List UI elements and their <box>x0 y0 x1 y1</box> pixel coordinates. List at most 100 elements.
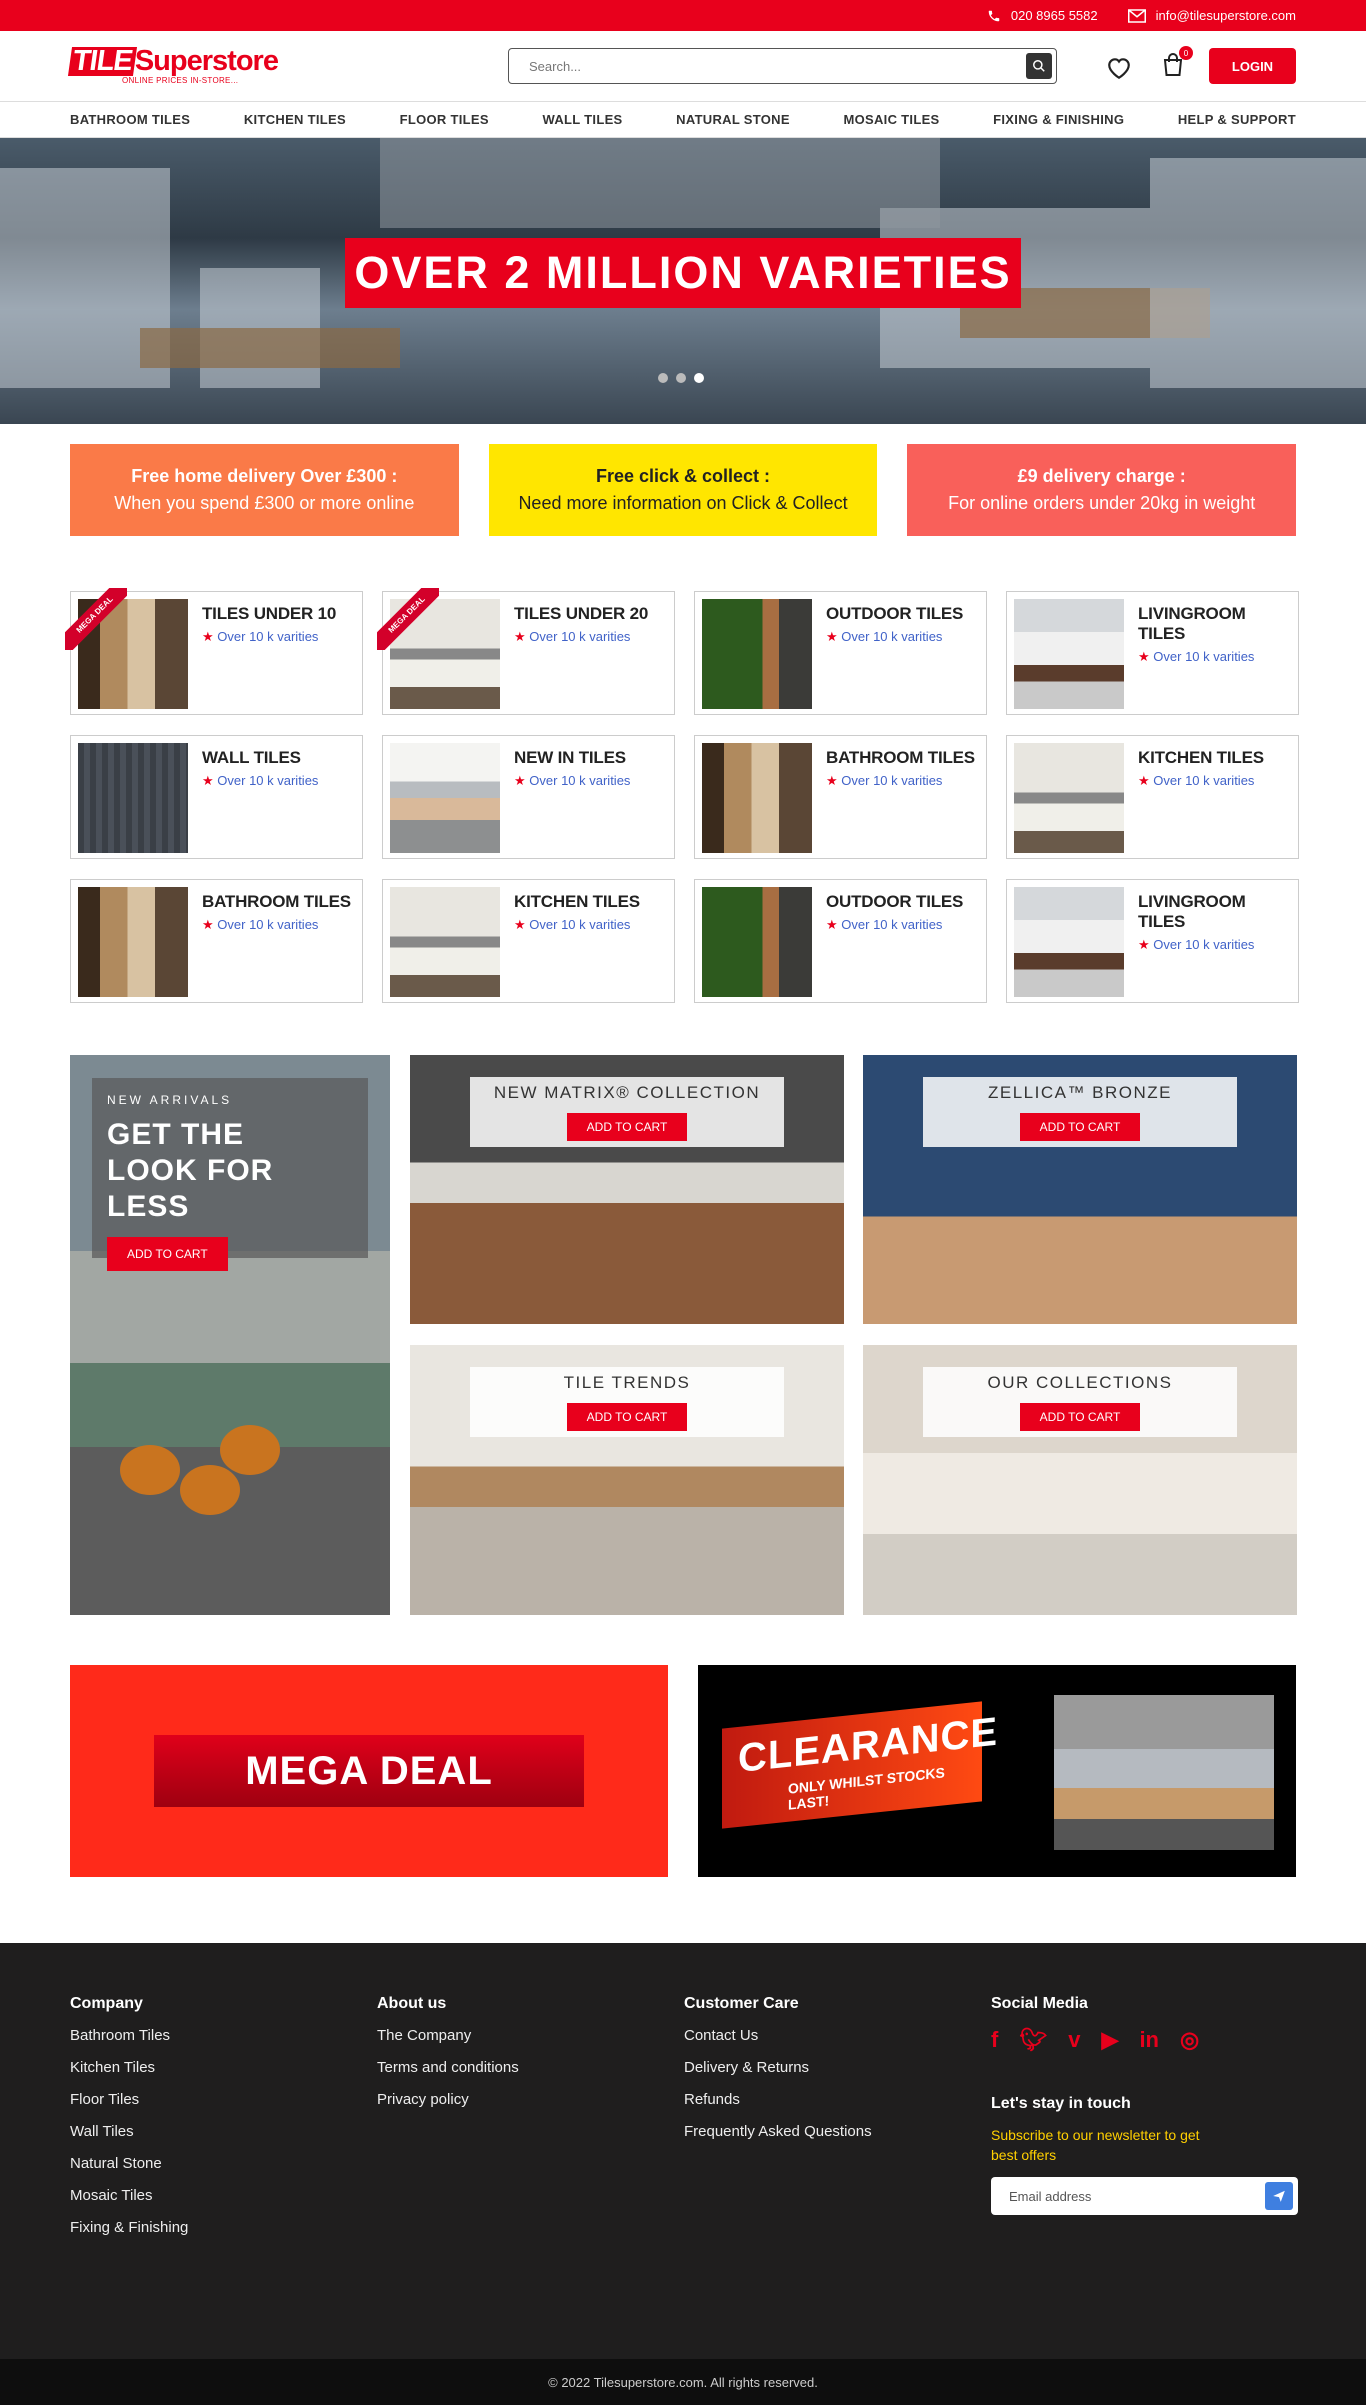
footer-link[interactable]: Privacy policy <box>377 2091 684 2108</box>
facebook-icon[interactable]: f <box>991 2027 998 2053</box>
nav-kitchen-tiles[interactable]: KITCHEN TILES <box>244 112 346 127</box>
nav-wall-tiles[interactable]: WALL TILES <box>542 112 622 127</box>
slider-dot[interactable] <box>676 373 686 383</box>
nav-help-support[interactable]: HELP & SUPPORT <box>1178 112 1296 127</box>
footer-link[interactable]: The Company <box>377 2027 684 2044</box>
newsletter-email-input[interactable] <box>1009 2188 1265 2204</box>
footer-link[interactable]: Kitchen Tiles <box>70 2059 377 2076</box>
cart-button[interactable]: 0 <box>1162 46 1193 82</box>
category-card[interactable]: LIVINGROOM TILES ★ Over 10 k varities <box>1006 879 1299 1003</box>
category-subtitle: Over 10 k varities <box>1153 649 1255 664</box>
category-card[interactable]: NEW IN TILES ★ Over 10 k varities <box>382 735 675 859</box>
featured-matrix-collection[interactable]: NEW MATRIX® COLLECTION ADD TO CART <box>410 1055 844 1324</box>
nav-fixing-finishing[interactable]: FIXING & FINISHING <box>993 112 1124 127</box>
category-card[interactable]: BATHROOM TILES ★ Over 10 k varities <box>694 735 987 859</box>
category-subtitle: Over 10 k varities <box>841 917 943 932</box>
slider-dot-active[interactable] <box>694 373 704 383</box>
promo-click-collect[interactable]: Free click & collect : Need more informa… <box>488 444 878 536</box>
add-to-cart-button[interactable]: ADD TO CART <box>566 1113 688 1141</box>
footer-link[interactable]: Fixing & Finishing <box>70 2219 377 2236</box>
footer-link[interactable]: Refunds <box>684 2091 991 2108</box>
category-card[interactable]: KITCHEN TILES ★ Over 10 k varities <box>382 879 675 1003</box>
site-footer: Company Bathroom Tiles Kitchen Tiles Flo… <box>0 1943 1366 2359</box>
featured-tile-trends[interactable]: TILE TRENDS ADD TO CART <box>410 1345 844 1615</box>
category-image <box>1014 743 1124 853</box>
image-stool-shape <box>220 1425 280 1475</box>
category-title: WALL TILES <box>202 748 301 767</box>
category-card[interactable]: MEGA DEAL TILES UNDER 10 ★ Over 10 k varit… <box>65 588 363 715</box>
featured-new-arrivals[interactable]: NEW ARRIVALS GET THE LOOK FOR LESS ADD T… <box>70 1055 390 1615</box>
category-card[interactable]: LIVINGROOM TILES ★ Over 10 k varities <box>1006 591 1299 715</box>
footer-link[interactable]: Frequently Asked Questions <box>684 2123 991 2140</box>
category-subtitle: Over 10 k varities <box>529 629 631 644</box>
site-header: TILESuperstore ONLINE PRICES IN-STORE...… <box>0 31 1366 101</box>
add-to-cart-button[interactable]: ADD TO CART <box>1019 1403 1141 1431</box>
login-button[interactable]: LOGIN <box>1209 48 1296 84</box>
category-card[interactable]: OUTDOOR TILES ★ Over 10 k varities <box>694 879 987 1003</box>
instagram-icon[interactable]: ◎ <box>1180 2027 1199 2053</box>
slider-dot[interactable] <box>658 373 668 383</box>
category-subtitle: Over 10 k varities <box>529 773 631 788</box>
promo-delivery-charge[interactable]: £9 delivery charge : For online orders u… <box>907 444 1297 536</box>
nav-bathroom-tiles[interactable]: BATHROOM TILES <box>70 112 190 127</box>
add-to-cart-button[interactable]: ADD TO CART <box>1019 1113 1141 1141</box>
site-logo[interactable]: TILESuperstore ONLINE PRICES IN-STORE... <box>67 45 279 85</box>
nav-floor-tiles[interactable]: FLOOR TILES <box>400 112 489 127</box>
logo-superstore-text: Superstore <box>134 45 279 77</box>
copyright-text: © 2022 Tilesuperstore.com. All rights re… <box>548 2374 818 2390</box>
featured-zellica-bronze[interactable]: ZELLICA™ BRONZE ADD TO CART <box>863 1055 1297 1324</box>
logo-tile-text: TILE <box>67 45 137 77</box>
category-card[interactable]: KITCHEN TILES ★ Over 10 k varities <box>1006 735 1299 859</box>
star-icon: ★ <box>202 773 214 788</box>
footer-link[interactable]: Mosaic Tiles <box>70 2187 377 2204</box>
search-button[interactable] <box>1026 53 1052 79</box>
footer-link[interactable]: Contact Us <box>684 2027 991 2044</box>
footer-link[interactable]: Wall Tiles <box>70 2123 377 2140</box>
vimeo-icon[interactable]: v <box>1068 2027 1080 2053</box>
ribbon-label: MEGA DEAL <box>65 588 127 650</box>
category-title: NEW IN TILES <box>514 748 626 767</box>
linkedin-icon[interactable]: in <box>1139 2027 1159 2053</box>
clearance-banner[interactable]: CLEARANCE ONLY WHILST STOCKS LAST! <box>698 1665 1296 1877</box>
category-title: LIVINGROOM TILES <box>1138 604 1246 643</box>
category-card[interactable]: BATHROOM TILES ★ Over 10 k varities <box>70 879 363 1003</box>
footer-heading: About us <box>377 1995 447 2012</box>
featured-our-collections[interactable]: OUR COLLECTIONS ADD TO CART <box>863 1345 1297 1615</box>
phone-contact[interactable]: 020 8965 5582 <box>987 8 1098 23</box>
add-to-cart-button[interactable]: ADD TO CART <box>107 1237 228 1271</box>
footer-company: Company Bathroom Tiles Kitchen Tiles Flo… <box>70 1995 377 2359</box>
category-subtitle: Over 10 k varities <box>1153 773 1255 788</box>
category-grid: MEGA DEAL TILES UNDER 10 ★ Over 10 k varit… <box>0 551 1366 1003</box>
search-input[interactable] <box>529 58 1026 74</box>
footer-link[interactable]: Terms and conditions <box>377 2059 684 2076</box>
category-card[interactable]: MEGA DEAL TILES UNDER 20 ★ Over 10 k varit… <box>377 588 675 715</box>
main-nav: BATHROOM TILES KITCHEN TILES FLOOR TILES… <box>0 101 1366 138</box>
category-title: OUTDOOR TILES <box>826 892 964 911</box>
add-to-cart-button[interactable]: ADD TO CART <box>566 1403 688 1431</box>
category-card[interactable]: WALL TILES ★ Over 10 k varities <box>70 735 363 859</box>
promo-free-delivery[interactable]: Free home delivery Over £300 : When you … <box>70 444 459 536</box>
email-contact[interactable]: info@tilesuperstore.com <box>1127 8 1296 23</box>
category-card[interactable]: OUTDOOR TILES ★ Over 10 k varities <box>694 591 987 715</box>
mega-deal-ribbon: MEGA DEAL <box>377 588 439 650</box>
wishlist-heart-icon[interactable] <box>1106 56 1132 80</box>
footer-link[interactable]: Delivery & Returns <box>684 2059 991 2076</box>
category-subtitle: Over 10 k varities <box>841 773 943 788</box>
footer-link[interactable]: Bathroom Tiles <box>70 2027 377 2044</box>
nav-mosaic-tiles[interactable]: MOSAIC TILES <box>843 112 939 127</box>
collection-caption: NEW MATRIX® COLLECTION ADD TO CART <box>470 1077 784 1147</box>
hero-slider[interactable]: OVER 2 MILLION VARIETIES <box>0 138 1366 424</box>
stay-in-touch-heading: Let's stay in touch <box>991 2095 1131 2112</box>
twitter-icon[interactable]: 🐦︎ <box>1019 2027 1047 2053</box>
mega-deal-banner[interactable]: MEGA DEAL <box>70 1665 668 1877</box>
nav-natural-stone[interactable]: NATURAL STONE <box>676 112 790 127</box>
image-stool-shape <box>180 1465 240 1515</box>
footer-heading: Customer Care <box>684 1995 799 2012</box>
promo-title: Free home delivery Over £300 : <box>131 466 398 486</box>
footer-link[interactable]: Natural Stone <box>70 2155 377 2172</box>
hero-image-shape <box>380 138 940 228</box>
category-subtitle: Over 10 k varities <box>217 917 319 932</box>
footer-link[interactable]: Floor Tiles <box>70 2091 377 2108</box>
youtube-icon[interactable]: ▶ <box>1102 2027 1119 2053</box>
newsletter-send-button[interactable] <box>1265 2182 1293 2210</box>
